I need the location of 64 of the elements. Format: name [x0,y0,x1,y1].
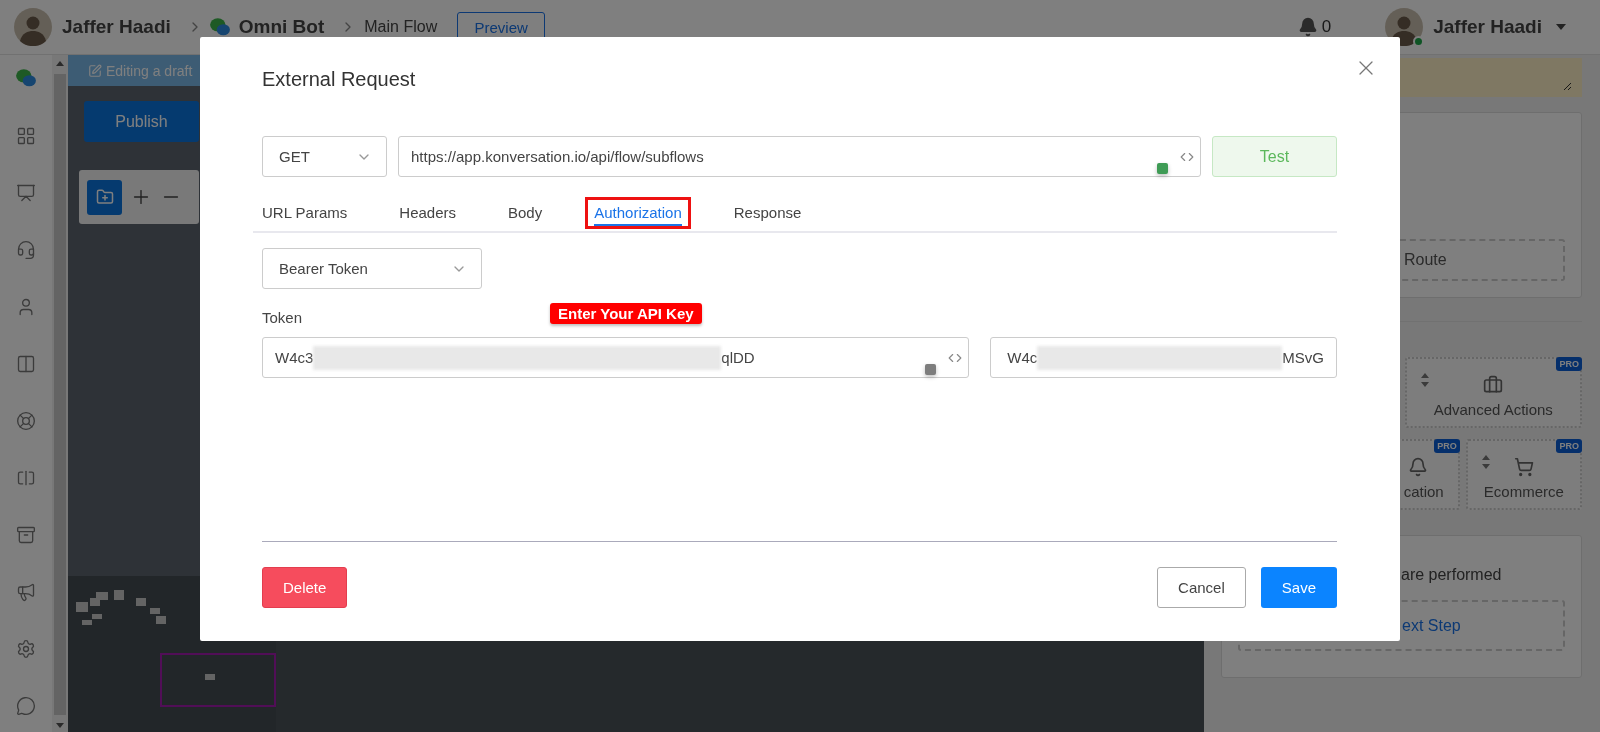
chat-bubbles-icon [208,16,231,38]
tab[interactable]: URL Params [262,200,348,226]
grammar-handle-icon[interactable] [925,364,937,375]
sort-arrows-icon [1420,373,1429,387]
tab[interactable]: Response [733,200,802,226]
pro-badge: PRO [1556,357,1582,371]
bell-icon[interactable] [1297,17,1318,37]
chat-bubbles-icon [15,67,37,89]
pro-badge: PRO [1434,439,1460,453]
folder-plus-icon [95,188,114,206]
settings-icon[interactable] [16,639,36,659]
action-tile[interactable]: PRO Advanced Actions [1404,357,1582,428]
method-select[interactable]: GET [262,136,387,177]
briefcase-icon [1483,375,1504,395]
user-avatar [14,8,52,46]
tab[interactable]: Authorization [594,200,682,226]
publish-button[interactable]: Publish [84,101,199,142]
presentation-icon[interactable] [16,183,36,203]
token-preview-field[interactable]: W4c MSvG [990,337,1337,378]
online-status-dot [1413,36,1425,47]
tile-label: Ecommerce [1483,483,1564,500]
card-text: are performed [1401,566,1503,584]
dialog-title: External Request [262,67,416,91]
save-button[interactable]: Save [1260,567,1337,608]
breadcrumb-link[interactable]: Omni Bot [238,16,325,38]
scroll-down-icon[interactable] [56,723,64,728]
caret-down-icon[interactable] [1556,24,1566,30]
grammar-handle-icon[interactable] [1157,163,1168,174]
headset-icon[interactable] [16,240,36,260]
account-name: Jaffer Haadi [62,16,171,38]
message-icon[interactable] [16,696,36,716]
edit-icon [88,63,102,78]
notification-count: 0 [1321,17,1332,37]
cart-icon [1513,457,1534,477]
token-label: Token [262,308,303,326]
tab[interactable]: Body [508,200,543,226]
tab[interactable]: Headers [399,200,456,226]
cancel-button[interactable]: Cancel [1157,567,1246,608]
user-name[interactable]: Jaffer Haadi [1433,16,1542,38]
bell-icon [1407,457,1428,477]
megaphone-icon[interactable] [16,582,36,602]
delete-button[interactable]: Delete [262,567,348,608]
tile-label: cation [1403,483,1444,500]
panel-icon[interactable] [16,468,36,488]
resize-handle-icon[interactable] [1563,82,1572,91]
code-icon[interactable] [1180,150,1194,164]
lifebuoy-icon[interactable] [16,411,36,431]
action-tile[interactable]: PRO Ecommerce [1465,439,1582,510]
grid-icon[interactable] [16,126,36,146]
archive-icon[interactable] [16,525,36,545]
annotation-label: Enter Your API Key [550,303,702,324]
test-button[interactable]: Test [1212,136,1337,177]
tile-label: Advanced Actions [1433,401,1553,418]
sort-arrows-icon [1481,455,1490,469]
code-icon[interactable] [948,351,963,365]
columns-icon[interactable] [16,354,36,374]
scroll-up-icon[interactable] [56,61,64,66]
add-folder-button[interactable] [87,179,122,215]
breadcrumb-link[interactable]: Main Flow [364,18,438,36]
draft-notice: Editing a draft [106,62,193,79]
url-field[interactable]: https://app.konversation.io/api/flow/subflows [398,136,1201,177]
auth-type-select[interactable]: Bearer Token [262,248,482,289]
token-field[interactable]: W4c3 qlDD [262,337,970,378]
pro-badge: PRO [1556,439,1582,453]
